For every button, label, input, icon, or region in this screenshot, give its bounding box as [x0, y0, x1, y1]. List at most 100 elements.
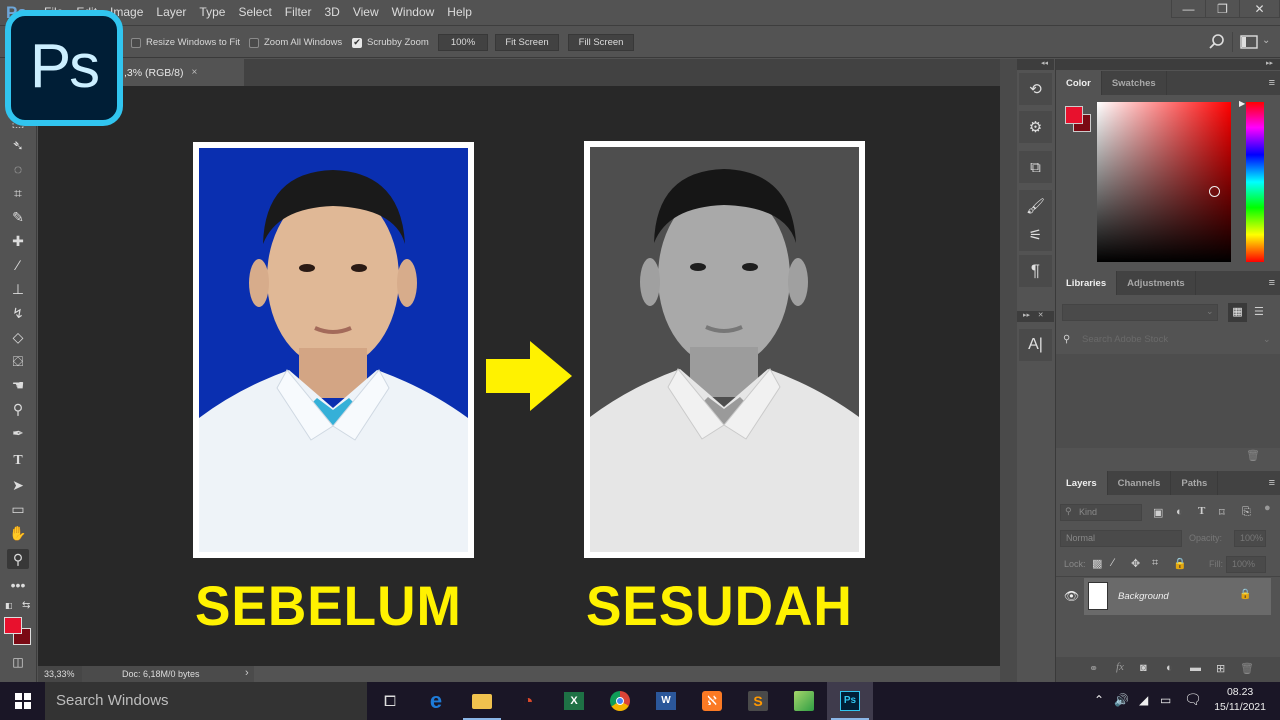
- search-icon[interactable]: [1208, 33, 1226, 51]
- more-tools[interactable]: •••: [7, 575, 29, 595]
- lock-transparent-icon[interactable]: ▩: [1092, 557, 1102, 570]
- type-filter-icon[interactable]: T: [1198, 505, 1205, 517]
- fx-icon[interactable]: fx: [1116, 661, 1124, 673]
- healing-brush-tool[interactable]: ✚: [7, 231, 29, 251]
- panel-menu-icon[interactable]: ≡: [1269, 477, 1275, 489]
- fit-screen-button[interactable]: Fit Screen: [495, 34, 559, 51]
- properties-panel-icon[interactable]: ⚙: [1019, 111, 1052, 143]
- close-tab-icon[interactable]: ×: [192, 67, 198, 78]
- crop-tool[interactable]: ⌗: [7, 183, 29, 203]
- foreground-color-chip[interactable]: [1065, 106, 1083, 124]
- zoom-tool[interactable]: ⚲: [7, 549, 29, 569]
- hue-slider[interactable]: [1246, 102, 1264, 262]
- xampp-app[interactable]: ℵ: [689, 682, 735, 720]
- tab-channels[interactable]: Channels: [1108, 471, 1172, 495]
- panel-menu-icon[interactable]: ≡: [1269, 277, 1275, 289]
- blend-mode-select[interactable]: Normal: [1060, 530, 1182, 547]
- word-app[interactable]: W: [643, 682, 689, 720]
- new-layer-icon[interactable]: ⊞: [1216, 662, 1225, 675]
- library-select[interactable]: [1062, 304, 1218, 321]
- zoom-all-windows-checkbox[interactable]: Zoom All Windows: [249, 37, 342, 48]
- add-mask-icon[interactable]: ◙: [1140, 662, 1147, 674]
- tab-libraries[interactable]: Libraries: [1056, 271, 1118, 295]
- panel-menu-icon[interactable]: ≡: [1269, 77, 1275, 89]
- volume-icon[interactable]: 🔊: [1114, 693, 1129, 707]
- file-explorer-app[interactable]: [459, 682, 505, 720]
- path-selection-tool[interactable]: ➤: [7, 475, 29, 495]
- action-center-icon[interactable]: 🗨: [1184, 691, 1202, 708]
- minimize-button[interactable]: —: [1172, 0, 1206, 18]
- chrome-app[interactable]: [597, 682, 643, 720]
- excel-app[interactable]: X: [551, 682, 597, 720]
- collapse-dock-icon[interactable]: ◂◂: [1017, 59, 1054, 70]
- brushes-panel-icon[interactable]: 🖌: [1019, 190, 1052, 222]
- color-field[interactable]: [1097, 102, 1231, 262]
- resize-windows-checkbox[interactable]: Resize Windows to Fit: [131, 37, 240, 48]
- brush-settings-icon[interactable]: ⚟: [1019, 219, 1052, 251]
- opacity-input[interactable]: 100%: [1234, 530, 1266, 547]
- layer-filter-kind[interactable]: Kind: [1060, 504, 1142, 521]
- tab-color[interactable]: Color: [1056, 71, 1102, 95]
- adjustment-filter-icon[interactable]: ◐: [1176, 506, 1183, 518]
- paragraph-icon[interactable]: ¶: [1019, 255, 1052, 287]
- tab-layers[interactable]: Layers: [1056, 471, 1108, 495]
- adjustment-layer-icon[interactable]: ◐: [1166, 662, 1173, 674]
- dodge-tool[interactable]: ⚲: [7, 399, 29, 419]
- lock-position-icon[interactable]: ✥: [1131, 557, 1140, 570]
- document-tab[interactable]: ,3% (RGB/8) ×: [118, 59, 244, 86]
- filter-toggle-icon[interactable]: ●: [1264, 502, 1271, 514]
- eyedropper-tool[interactable]: ✎: [7, 207, 29, 227]
- list-view-icon[interactable]: ☰: [1254, 305, 1264, 318]
- character-panel-icon[interactable]: A|: [1019, 329, 1052, 361]
- menu-select[interactable]: Select: [238, 5, 271, 19]
- status-menu-arrow-icon[interactable]: ›: [245, 667, 249, 679]
- tab-swatches[interactable]: Swatches: [1102, 71, 1167, 95]
- quick-selection-tool[interactable]: ◌: [7, 159, 29, 179]
- default-colors-icon[interactable]: ◧: [5, 601, 13, 610]
- recuva-app[interactable]: ◔: [505, 682, 551, 720]
- expand-dock-icon[interactable]: ▸▸ ✕: [1017, 311, 1054, 322]
- photoshop-app[interactable]: Ps: [827, 682, 873, 720]
- delete-layer-icon[interactable]: 🗑: [1240, 662, 1254, 675]
- swap-colors-icon[interactable]: ⇆: [22, 600, 30, 611]
- coreldraw-app[interactable]: [781, 682, 827, 720]
- pen-tool[interactable]: ✒: [7, 423, 29, 443]
- restore-button[interactable]: ❐: [1206, 0, 1240, 18]
- lock-artboard-icon[interactable]: ⌗: [1152, 557, 1158, 570]
- workspace-icon[interactable]: [1240, 35, 1258, 49]
- battery-icon[interactable]: ▭: [1160, 693, 1171, 707]
- trash-icon[interactable]: 🗑: [1246, 449, 1260, 462]
- fill-screen-button[interactable]: Fill Screen: [568, 34, 634, 51]
- foreground-color-swatch[interactable]: [4, 617, 22, 634]
- smudge-tool[interactable]: ☚: [7, 375, 29, 395]
- layer-name[interactable]: Background: [1118, 591, 1169, 602]
- lasso-tool[interactable]: ➴: [7, 135, 29, 155]
- layer-row-background[interactable]: 👁 Background 🔒: [1056, 578, 1280, 615]
- quick-mask-icon[interactable]: ◫: [7, 652, 29, 672]
- eraser-tool[interactable]: ◇: [7, 327, 29, 347]
- hand-tool[interactable]: ✋: [7, 523, 29, 543]
- visibility-eye-icon[interactable]: 👁: [1064, 589, 1079, 603]
- canvas-area[interactable]: SEBELUM SESUDAH: [38, 86, 1000, 666]
- close-window-button[interactable]: ✕: [1240, 0, 1280, 18]
- tab-adjustments[interactable]: Adjustments: [1117, 271, 1196, 295]
- menu-help[interactable]: Help: [447, 5, 472, 19]
- expand-panels-icon[interactable]: ▸▸: [1056, 59, 1280, 70]
- new-group-icon[interactable]: ▬: [1190, 662, 1201, 674]
- menu-view[interactable]: View: [353, 5, 379, 19]
- menu-filter[interactable]: Filter: [285, 5, 312, 19]
- type-tool[interactable]: T: [7, 451, 29, 471]
- smart-object-filter-icon[interactable]: ⎘: [1242, 506, 1251, 519]
- rectangle-tool[interactable]: ▭: [7, 499, 29, 519]
- zoom-level[interactable]: 33,33%: [38, 666, 82, 682]
- menu-window[interactable]: Window: [392, 5, 435, 19]
- history-panel-icon[interactable]: ⟲: [1019, 73, 1052, 105]
- brush-tool[interactable]: ∕: [7, 255, 29, 275]
- edge-app[interactable]: e: [413, 682, 459, 720]
- show-hidden-icons[interactable]: ⌃: [1094, 693, 1104, 707]
- system-clock[interactable]: 08.23 15/11/2021: [1214, 685, 1266, 715]
- menu-layer[interactable]: Layer: [156, 5, 186, 19]
- link-layers-icon[interactable]: ⚭: [1089, 662, 1098, 675]
- shape-filter-icon[interactable]: ⌑: [1219, 506, 1225, 519]
- task-view-button[interactable]: ⧠: [367, 682, 413, 720]
